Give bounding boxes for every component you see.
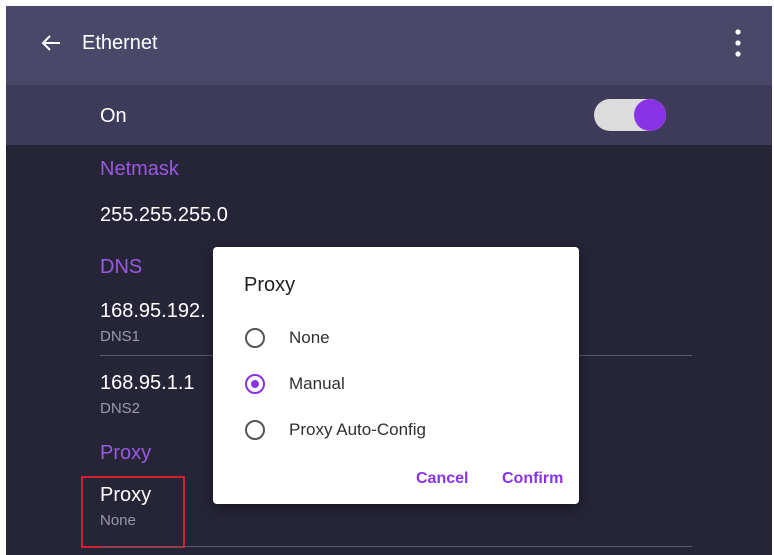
radio-option-proxy-auto-config[interactable]: Proxy Auto-Config: [245, 417, 545, 447]
page-title: Ethernet: [82, 32, 158, 54]
confirm-button[interactable]: Confirm: [502, 470, 563, 488]
ethernet-toggle-row[interactable]: On: [6, 85, 772, 145]
radio-label: Manual: [289, 374, 345, 393]
radio-button-checked-icon[interactable]: [245, 374, 265, 394]
dns-header: DNS: [100, 256, 143, 278]
dns1-label: DNS1: [100, 328, 141, 345]
divider: [100, 546, 692, 547]
dns2-value: 168.95.1.1: [100, 372, 195, 394]
radio-label: Proxy Auto-Config: [289, 420, 427, 439]
radio-button-unchecked-icon[interactable]: [245, 328, 265, 348]
cancel-button[interactable]: Cancel: [416, 470, 468, 488]
ethernet-switch[interactable]: [594, 99, 666, 131]
radio-option-manual[interactable]: Manual: [245, 371, 545, 401]
app-bar: Ethernet: [6, 6, 772, 85]
dialog-title: Proxy: [244, 274, 296, 296]
radio-button-unchecked-icon[interactable]: [245, 420, 265, 440]
radio-dot: [251, 380, 259, 388]
highlight-box: [81, 476, 185, 548]
netmask-header: Netmask: [100, 158, 179, 180]
ethernet-settings-screen: Ethernet On Netmask 255.255.255.0 DNS 16…: [6, 6, 772, 555]
dns2-label: DNS2: [100, 400, 141, 417]
proxy-dialog: Proxy None Manual Proxy Auto-Config Canc…: [213, 247, 579, 504]
dns1-value: 168.95.192.: [100, 300, 206, 322]
radio-label: None: [289, 328, 330, 347]
arrow-left-icon[interactable]: [38, 30, 64, 56]
switch-thumb: [634, 99, 666, 131]
toggle-label: On: [100, 105, 127, 127]
more-vertical-icon[interactable]: [728, 26, 748, 60]
netmask-value: 255.255.255.0: [100, 204, 228, 226]
proxy-header: Proxy: [100, 442, 152, 464]
radio-option-none[interactable]: None: [245, 325, 545, 355]
